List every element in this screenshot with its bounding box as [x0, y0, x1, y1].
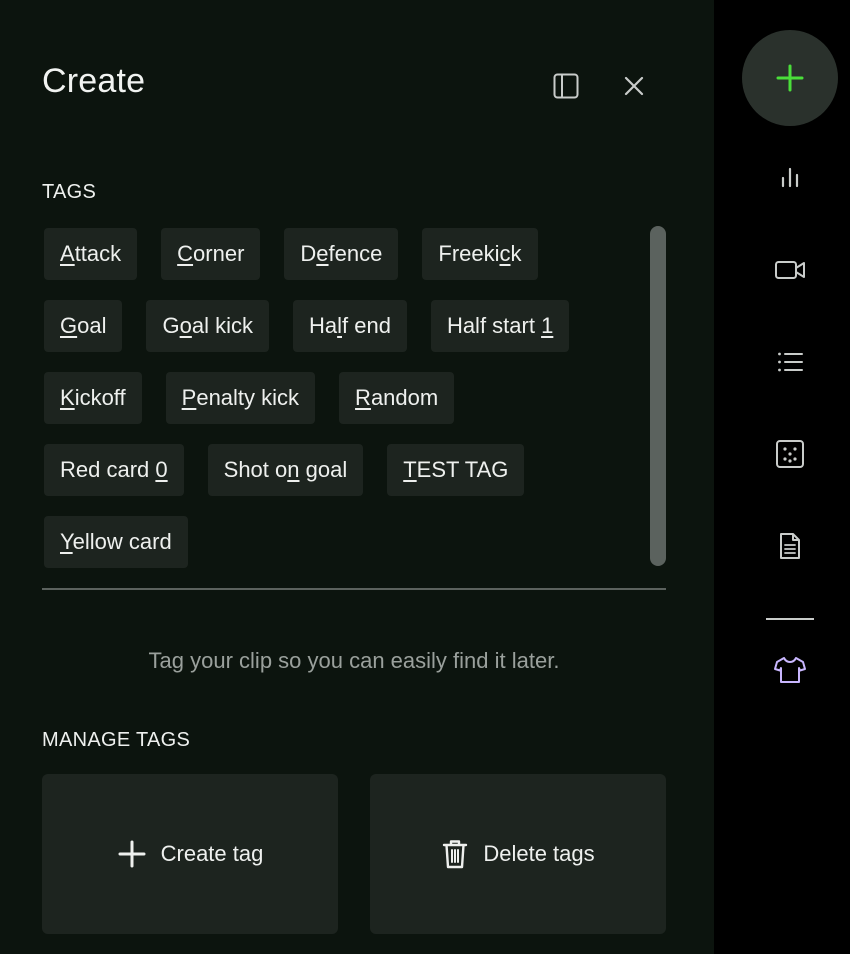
rail-list-button[interactable]: [766, 338, 814, 386]
tag-chip[interactable]: Attack: [44, 228, 138, 280]
tag-label: Half end: [308, 313, 391, 338]
create-tag-button[interactable]: Create tag: [42, 774, 338, 934]
tag-shortcut-key: C: [177, 241, 194, 266]
tag-label: Shot on goal: [223, 457, 348, 482]
tags-scrollbar-thumb[interactable]: [650, 226, 666, 566]
manage-tags-label: MANAGE TAGS: [42, 729, 191, 751]
document-icon: [780, 533, 800, 559]
tag-chip[interactable]: Corner: [161, 228, 261, 280]
tags-list: Attack Corner Defence Freekick Goal Goal kick…: [44, 228, 634, 568]
close-button[interactable]: [612, 64, 656, 108]
tag-chip[interactable]: Penalty kick: [165, 372, 316, 424]
tag-row: Attack Corner Defence Freekick: [44, 228, 634, 280]
create-panel: Create TAGS Attack Corner Defence Freekick G…: [0, 0, 714, 954]
bar-chart-icon: [781, 167, 799, 188]
tag-chip[interactable]: Defence: [284, 228, 399, 280]
tag-shortcut-key: T: [403, 457, 417, 482]
tag-chip[interactable]: Freekick: [422, 228, 538, 280]
tag-shortcut-key: R: [355, 385, 371, 410]
tag-chip[interactable]: Random: [339, 372, 455, 424]
video-camera-icon: [775, 261, 805, 279]
tag-chip[interactable]: Kickoff: [44, 372, 142, 424]
tag-shortcut-key: 0: [155, 457, 168, 482]
tag-shortcut-key: c: [499, 241, 511, 266]
tag-label: Freekick: [438, 241, 522, 266]
tag-shortcut-key: K: [60, 385, 75, 410]
sidebar-toggle-button[interactable]: [544, 64, 588, 108]
list-icon: [778, 352, 803, 372]
tag-chip[interactable]: Half start 1: [430, 300, 570, 352]
tag-shortcut-key: Y: [60, 529, 73, 554]
panel-title: Create: [42, 62, 146, 100]
delete-tags-label: Delete tags: [483, 841, 595, 866]
tag-row: Yellow card: [44, 516, 634, 568]
tag-shortcut-key: n: [287, 457, 300, 482]
tag-label: Red card 0: [60, 457, 168, 482]
rail-video-button[interactable]: [766, 246, 814, 294]
tag-label: Kickoff: [60, 385, 126, 410]
tag-label: Penalty kick: [181, 385, 300, 410]
rail-team-button[interactable]: [766, 646, 814, 694]
tag-chip[interactable]: TEST TAG: [387, 444, 525, 496]
tag-chip[interactable]: Shot on goal: [207, 444, 364, 496]
plus-icon: [118, 840, 146, 868]
create-tag-label: Create tag: [160, 841, 264, 866]
tag-label: Yellow card: [60, 529, 172, 554]
tag-label: Half start 1: [446, 313, 554, 338]
tag-chip[interactable]: Goal: [44, 300, 123, 352]
trash-icon: [443, 840, 468, 869]
tags-hint: Tag your clip so you can easily find it …: [148, 648, 560, 673]
rail-random-button[interactable]: [766, 430, 814, 478]
tag-shortcut-key: e: [316, 241, 329, 266]
dice-icon: [776, 440, 804, 468]
tshirt-icon: [774, 657, 806, 683]
divider: [42, 588, 666, 590]
tag-chip[interactable]: Red card 0: [44, 444, 184, 496]
tag-row: Goal Goal kick Half end Half start 1: [44, 300, 634, 352]
tag-row: Red card 0 Shot on goal TEST TAG: [44, 444, 634, 496]
rail-stats-button[interactable]: [766, 154, 814, 202]
tag-shortcut-key: 1: [541, 313, 554, 338]
tags-section-label: TAGS: [42, 181, 97, 203]
create-fab-button[interactable]: [742, 30, 838, 126]
tags-scrollbar[interactable]: [650, 226, 666, 566]
tag-label: Goal kick: [162, 313, 253, 338]
tag-label: Random: [355, 385, 439, 410]
tag-label: Goal: [60, 313, 107, 338]
tag-label: TEST TAG: [403, 457, 509, 482]
plus-icon: [776, 64, 804, 92]
tag-chip[interactable]: Goal kick: [146, 300, 269, 352]
close-icon: [624, 76, 644, 96]
tag-label: Defence: [300, 241, 383, 266]
tag-shortcut-key: A: [60, 241, 75, 266]
tag-shortcut-key: P: [181, 385, 197, 410]
delete-tags-button[interactable]: Delete tags: [370, 774, 666, 934]
sidebar-toggle-icon: [553, 73, 579, 99]
tag-chip[interactable]: Half end: [292, 300, 407, 352]
tag-row: Kickoff Penalty kick Random: [44, 372, 634, 424]
tag-label: Corner: [177, 241, 245, 266]
tag-label: Attack: [60, 241, 122, 266]
rail-divider: [766, 618, 814, 620]
rail-document-button[interactable]: [766, 522, 814, 570]
tag-shortcut-key: o: [179, 313, 192, 338]
tag-chip[interactable]: Yellow card: [44, 516, 188, 568]
tag-shortcut-key: G: [60, 313, 78, 338]
